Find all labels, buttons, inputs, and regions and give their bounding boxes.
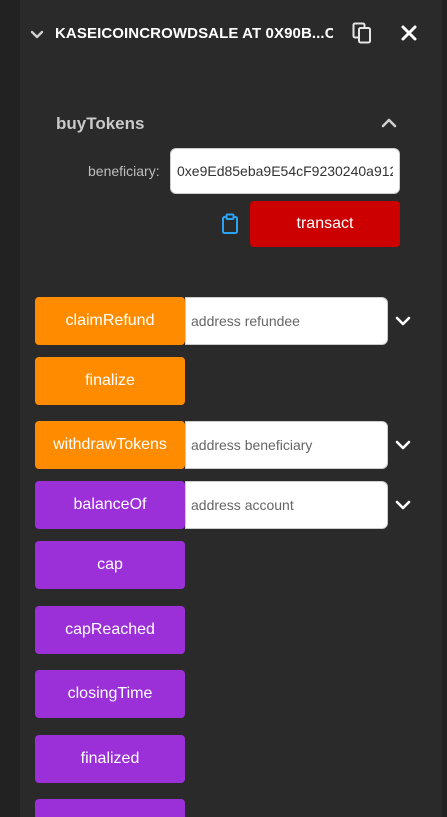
beneficiary-label: beneficiary: [88, 163, 160, 179]
chevron-down-icon[interactable] [394, 314, 412, 328]
beneficiary-address-input[interactable]: address beneficiary [185, 421, 388, 469]
finalize-button[interactable]: finalize [35, 357, 185, 405]
clipboard-icon[interactable] [220, 213, 240, 235]
balance-of-button[interactable]: balanceOf [35, 481, 185, 529]
contract-header: KASEICOINCROWDSALE AT 0X90B...CD [0, 0, 447, 70]
claim-refund-button[interactable]: claimRefund [35, 297, 185, 345]
beneficiary-input[interactable] [170, 148, 400, 194]
finalized-button[interactable]: finalized [35, 735, 185, 783]
close-icon[interactable] [400, 24, 418, 42]
next-function-button[interactable] [35, 799, 185, 817]
copy-icon[interactable] [352, 22, 372, 44]
function-title: buyTokens [56, 114, 145, 133]
cap-reached-button[interactable]: capReached [35, 606, 185, 654]
contract-title[interactable]: KASEICOINCROWDSALE AT 0X90B...CD [55, 24, 333, 44]
chevron-down-icon[interactable] [394, 498, 412, 512]
chevron-down-icon[interactable] [30, 28, 44, 42]
refundee-input[interactable]: address refundee [185, 297, 388, 345]
closing-time-button[interactable]: closingTime [35, 670, 185, 718]
chevron-down-icon[interactable] [394, 438, 412, 452]
account-input[interactable]: address account [185, 481, 388, 529]
withdraw-tokens-button[interactable]: withdrawTokens [35, 421, 185, 469]
transact-button[interactable]: transact [250, 201, 400, 247]
chevron-up-icon[interactable] [380, 116, 398, 130]
cap-button[interactable]: cap [35, 541, 185, 589]
